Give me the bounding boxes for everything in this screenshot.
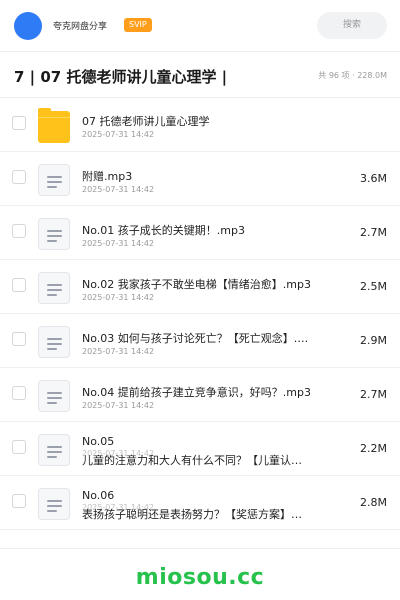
file-date: 2025-07-31 14:42 bbox=[82, 239, 155, 248]
list-item[interactable]: No.02 我家孩子不敢坐电梯【情绪治愈】.mp3 2025-07-31 14:… bbox=[0, 260, 400, 314]
file-name: No.05 bbox=[82, 435, 115, 448]
folder-icon bbox=[38, 108, 70, 143]
page-title: 7 | 07 托德老师讲儿童心理学 | bbox=[14, 68, 228, 86]
file-name: No.02 我家孩子不敢坐电梯【情绪治愈】.mp3 bbox=[82, 278, 311, 291]
file-name-line2: 表扬孩子聪明还是表扬努力？【奖惩方案】… bbox=[82, 508, 302, 521]
file-size: 2.5M bbox=[360, 280, 387, 293]
file-name-line2: 儿童的注意力和大人有什么不同？【儿童认… bbox=[82, 454, 302, 467]
checkbox[interactable] bbox=[12, 170, 26, 184]
audio-file-icon bbox=[38, 380, 70, 412]
checkbox[interactable] bbox=[12, 116, 26, 130]
file-list: 07 托德老师讲儿童心理学 2025-07-31 14:42 附赠.mp3 20… bbox=[0, 98, 400, 530]
checkbox[interactable] bbox=[12, 224, 26, 238]
audio-file-icon bbox=[38, 326, 70, 358]
file-size: 2.7M bbox=[360, 226, 387, 239]
list-item[interactable]: 附赠.mp3 2025-07-31 14:42 3.6M bbox=[0, 152, 400, 206]
file-size: 2.2M bbox=[360, 442, 387, 455]
folder-meta: 共 96 项 · 228.0M bbox=[318, 71, 387, 80]
search-input[interactable]: 搜索 bbox=[317, 12, 387, 39]
list-item[interactable]: No.05 2025-07-31 14:42 儿童的注意力和大人有什么不同？【儿… bbox=[0, 422, 400, 476]
file-name: No.01 孩子成长的关键期！.mp3 bbox=[82, 224, 245, 237]
file-date: 2025-07-31 14:42 bbox=[82, 130, 155, 139]
file-name: 附赠.mp3 bbox=[82, 170, 133, 183]
file-size: 2.7M bbox=[360, 388, 387, 401]
file-date: 2025-07-31 14:42 bbox=[82, 347, 155, 356]
checkbox[interactable] bbox=[12, 494, 26, 508]
checkbox[interactable] bbox=[12, 278, 26, 292]
checkbox[interactable] bbox=[12, 332, 26, 346]
audio-file-icon bbox=[38, 164, 70, 196]
file-size: 2.9M bbox=[360, 334, 387, 347]
file-name: No.03 如何与孩子讨论死亡？【死亡观念】.mp3 bbox=[82, 332, 312, 345]
list-item[interactable]: 07 托德老师讲儿童心理学 2025-07-31 14:42 bbox=[0, 98, 400, 152]
checkbox[interactable] bbox=[12, 440, 26, 454]
file-size: 3.6M bbox=[360, 172, 387, 185]
audio-file-icon bbox=[38, 488, 70, 520]
audio-file-icon bbox=[38, 434, 70, 466]
file-name: No.06 bbox=[82, 489, 115, 502]
list-item[interactable]: No.04 提前给孩子建立竞争意识，好吗？.mp3 2025-07-31 14:… bbox=[0, 368, 400, 422]
svip-badge: SVIP bbox=[124, 18, 152, 32]
audio-file-icon bbox=[38, 218, 70, 250]
list-item[interactable]: No.01 孩子成长的关键期！.mp3 2025-07-31 14:42 2.7… bbox=[0, 206, 400, 260]
file-date: 2025-07-31 14:42 bbox=[82, 293, 155, 302]
watermark: miosou.cc bbox=[135, 565, 265, 590]
file-date: 2025-07-31 14:42 bbox=[82, 185, 155, 194]
file-name: No.04 提前给孩子建立竞争意识，好吗？.mp3 bbox=[82, 386, 311, 399]
checkbox[interactable] bbox=[12, 386, 26, 400]
app-name: 夸克网盘分享 bbox=[53, 22, 108, 32]
list-item[interactable]: No.03 如何与孩子讨论死亡？【死亡观念】.mp3 2025-07-31 14… bbox=[0, 314, 400, 368]
top-bar: 夸克网盘分享 SVIP 搜索 bbox=[0, 0, 400, 52]
file-size: 2.8M bbox=[360, 496, 387, 509]
audio-file-icon bbox=[38, 272, 70, 304]
file-date: 2025-07-31 14:42 bbox=[82, 401, 155, 410]
folder-title-bar: 7 | 07 托德老师讲儿童心理学 | 共 96 项 · 228.0M bbox=[0, 52, 400, 98]
file-name: 07 托德老师讲儿童心理学 bbox=[82, 115, 210, 128]
avatar[interactable] bbox=[14, 12, 42, 40]
list-item[interactable]: No.06 2025-07-31 14:42 表扬孩子聪明还是表扬努力？【奖惩方… bbox=[0, 476, 400, 530]
